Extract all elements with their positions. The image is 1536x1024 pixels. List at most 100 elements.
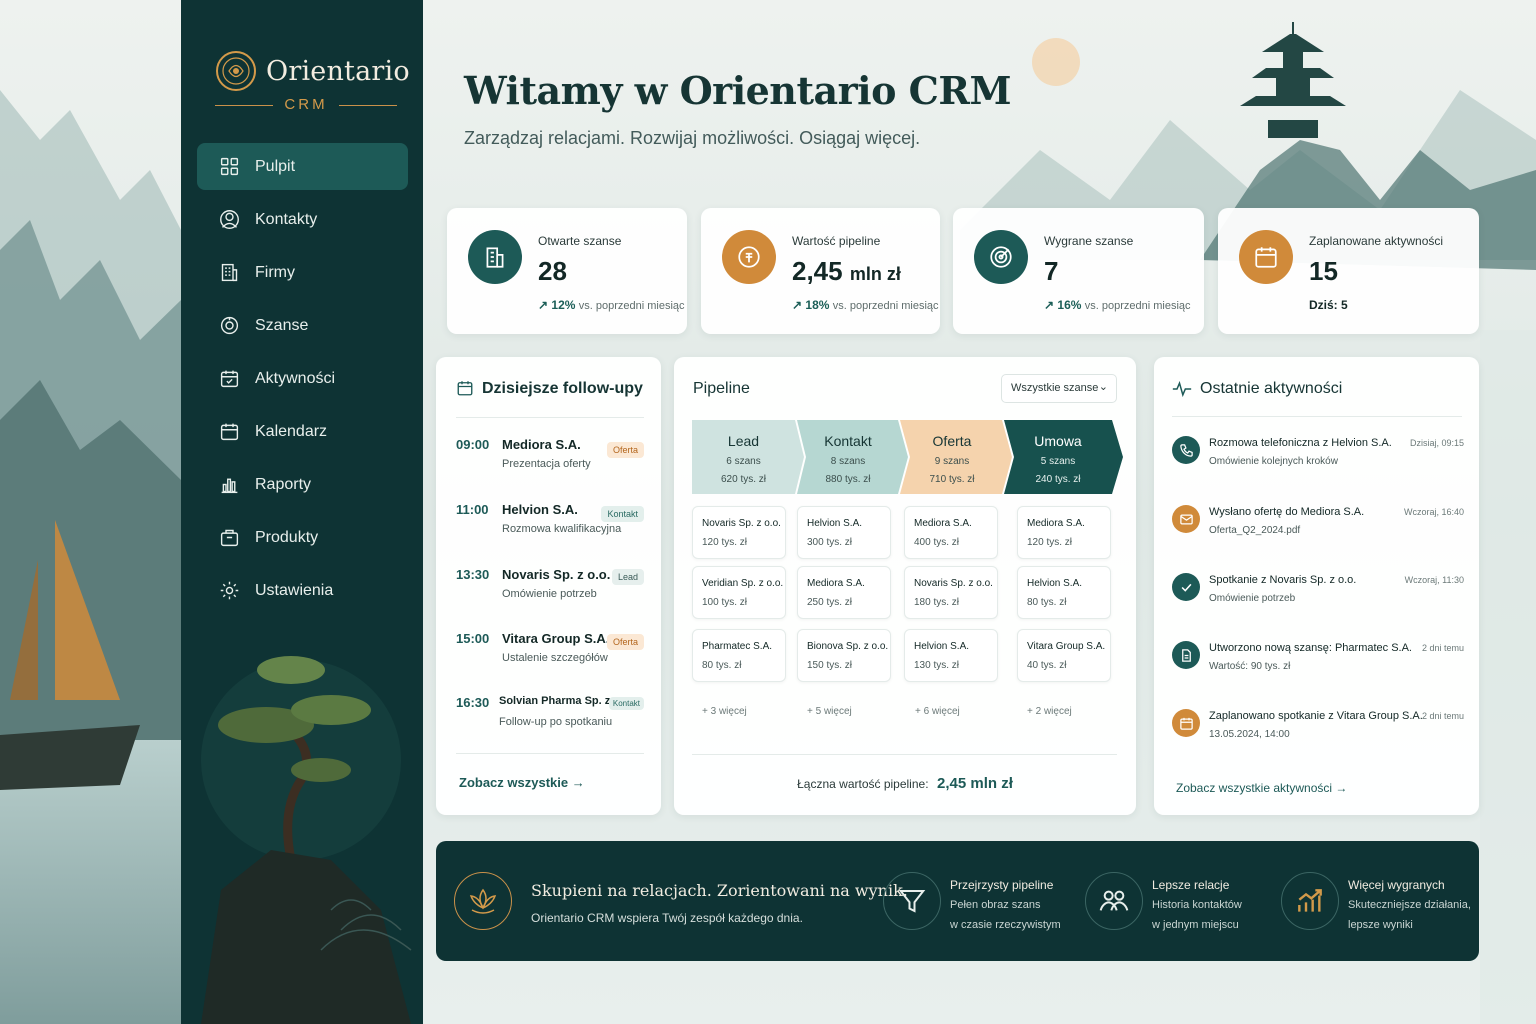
pipeline-stage-lead[interactable]: Lead 6 szans 620 tys. zł <box>692 420 795 494</box>
pipeline-stage-umowa[interactable]: Umowa 5 szans 240 tys. zł <box>1008 420 1108 494</box>
deal-value: 250 tys. zł <box>807 597 853 608</box>
activity-desc: Oferta_Q2_2024.pdf <box>1209 525 1301 536</box>
followup-item[interactable]: 11:00 Helvion S.A. Rozmowa kwalifikacyjn… <box>456 502 644 552</box>
followup-item[interactable]: 13:30 Novaris Sp. z o.o. Omówienie potrz… <box>456 567 644 617</box>
status-badge: Oferta <box>606 634 644 650</box>
activity-title: Utworzono nową szansę: Pharmatec S.A. <box>1209 642 1412 654</box>
followup-desc: Prezentacja oferty <box>502 458 591 470</box>
brand-name: Orientario <box>266 56 410 87</box>
sidebar-item-firmy[interactable]: Firmy <box>197 249 408 296</box>
sidebar-item-raporty[interactable]: Raporty <box>197 461 408 508</box>
deal-card[interactable]: Mediora S.A. 120 tys. zł <box>1017 506 1111 559</box>
more-deals-link[interactable]: + 6 więcej <box>915 706 960 717</box>
deal-value: 300 tys. zł <box>807 537 853 548</box>
stat-label: Wygrane szanse <box>1044 234 1134 248</box>
deal-card[interactable]: Helvion S.A. 130 tys. zł <box>904 629 998 682</box>
sidebar-item-label: Pulpit <box>255 157 296 175</box>
activity-time: Dzisiaj, 09:15 <box>1409 438 1464 448</box>
followup-item[interactable]: 16:30 Solvian Pharma Sp. z o.o. Follow-u… <box>456 695 644 745</box>
sidebar-item-aktywnosci[interactable]: Aktywności <box>197 355 408 402</box>
calendar-icon <box>1239 230 1293 284</box>
more-deals-link[interactable]: + 5 więcej <box>807 706 852 717</box>
deal-card[interactable]: Mediora S.A. 250 tys. zł <box>797 566 891 619</box>
more-deals-link[interactable]: + 3 więcej <box>702 706 747 717</box>
deal-card[interactable]: Helvion S.A. 80 tys. zł <box>1017 566 1111 619</box>
deal-name: Helvion S.A. <box>807 518 863 529</box>
stat-card-scheduled-activities[interactable]: Zaplanowane aktywności 15 Dziś: 5 <box>1218 208 1479 334</box>
brand-logo[interactable]: Orientario CRM <box>215 48 410 118</box>
deal-card[interactable]: Pharmatec S.A. 80 tys. zł <box>692 629 786 682</box>
brand-subtitle: CRM <box>215 96 397 113</box>
stat-today: Dziś: 5 <box>1309 298 1348 312</box>
dropdown-value: Wszystkie szanse <box>1011 382 1099 394</box>
pipeline-filter-dropdown[interactable]: Wszystkie szanse ⌄ <box>1001 374 1117 403</box>
bonsai-illustration <box>201 656 412 1024</box>
arrow-right-icon: → <box>1335 781 1348 795</box>
sidebar-item-label: Kontakty <box>255 210 318 228</box>
sidebar-item-kontakty[interactable]: Kontakty <box>197 196 408 243</box>
sidebar-item-pulpit[interactable]: Pulpit <box>197 143 408 190</box>
more-deals-link[interactable]: + 2 więcej <box>1027 706 1072 717</box>
deal-value: 100 tys. zł <box>702 597 748 608</box>
deal-name: Novaris Sp. z o.o. <box>914 578 993 589</box>
opportunity-icon <box>220 316 239 335</box>
activity-desc: 13.05.2024, 14:00 <box>1209 729 1290 740</box>
sidebar-item-label: Kalendarz <box>255 422 328 440</box>
deal-card[interactable]: Veridian Sp. z o.o. 100 tys. zł <box>692 566 786 619</box>
deal-card[interactable]: Bionova Sp. z o.o. 150 tys. zł <box>797 629 891 682</box>
deal-card[interactable]: Helvion S.A. 300 tys. zł <box>797 506 891 559</box>
stage-count: 5 szans <box>1040 456 1076 467</box>
pipeline-total-value: 2,45 mln zł <box>937 775 1013 792</box>
see-all-activities-link[interactable]: Zobacz wszystkie aktywności → <box>1176 781 1347 795</box>
sidebar-item-ustawienia[interactable]: Ustawienia <box>197 567 408 614</box>
deal-card[interactable]: Mediora S.A. 400 tys. zł <box>904 506 998 559</box>
sidebar-item-szanse[interactable]: Szanse <box>197 302 408 349</box>
pipeline-stage-kontakt[interactable]: Kontakt 8 szans 880 tys. zł <box>800 420 896 494</box>
check-icon <box>1172 573 1200 601</box>
activity-time: Wczoraj, 16:40 <box>1403 507 1464 517</box>
activity-item[interactable]: Utworzono nową szansę: Pharmatec S.A. Wa… <box>1172 641 1464 691</box>
deal-value: 120 tys. zł <box>702 537 748 548</box>
stat-card-open-opportunities[interactable]: Otwarte szanse 28 ↗ 12% vs. poprzedni mi… <box>447 208 687 334</box>
stat-card-won-opportunities[interactable]: Wygrane szanse 7 ↗ 16% vs. poprzedni mie… <box>953 208 1204 334</box>
deal-card[interactable]: Vitara Group S.A. 40 tys. zł <box>1017 629 1111 682</box>
see-all-followups-link[interactable]: Zobacz wszystkie → <box>459 775 585 790</box>
deal-card[interactable]: Novaris Sp. z o.o. 120 tys. zł <box>692 506 786 559</box>
sidebar-item-kalendarz[interactable]: Kalendarz <box>197 408 408 455</box>
deal-name: Mediora S.A. <box>1027 518 1085 529</box>
followup-time: 11:00 <box>456 502 489 517</box>
activity-time: 2 dni temu <box>1421 711 1464 721</box>
sidebar-item-label: Firmy <box>255 263 295 281</box>
divider <box>456 753 644 754</box>
feature-title: Lepsze relacje <box>1152 878 1230 892</box>
stat-value: 28 <box>538 256 567 286</box>
followup-item[interactable]: 15:00 Vitara Group S.A. Ustalenie szczeg… <box>456 631 644 681</box>
stat-card-pipeline-value[interactable]: Wartość pipeline 2,45 mln zł ↗ 18% vs. p… <box>701 208 940 334</box>
activity-title: Rozmowa telefoniczna z Helvion S.A. <box>1209 437 1392 449</box>
activity-item[interactable]: Spotkanie z Novaris Sp. z o.o. Omówienie… <box>1172 573 1464 623</box>
followup-time: 13:30 <box>456 567 490 582</box>
activity-item[interactable]: Rozmowa telefoniczna z Helvion S.A. Omów… <box>1172 436 1464 486</box>
pipeline-stage-oferta[interactable]: Oferta 9 szans 710 tys. zł <box>904 420 1000 494</box>
target-icon <box>974 230 1028 284</box>
sidebar-item-label: Raporty <box>255 475 312 493</box>
panel-title: Pipeline <box>693 380 750 397</box>
gear-icon <box>220 581 239 600</box>
followup-item[interactable]: 09:00 Mediora S.A. Prezentacja oferty Of… <box>456 437 644 487</box>
stat-trend: ↗ 18% vs. poprzedni miesiąc <box>792 298 939 312</box>
page-title: Witamy w Orientario CRM <box>464 68 1012 113</box>
divider <box>1172 416 1462 417</box>
deal-value: 130 tys. zł <box>914 660 960 671</box>
feature-desc: Historia kontaktów w jednym miejscu <box>1152 899 1242 931</box>
deal-card[interactable]: Novaris Sp. z o.o. 180 tys. zł <box>904 566 998 619</box>
activity-item[interactable]: Wysłano ofertę do Mediora S.A. Oferta_Q2… <box>1172 505 1464 555</box>
sidebar-item-produkty[interactable]: Produkty <box>197 514 408 561</box>
followup-desc: Omówienie potrzeb <box>502 588 597 600</box>
feature-title: Przejrzysty pipeline <box>950 878 1054 892</box>
pipeline-panel: Pipeline Wszystkie szanse ⌄ Lead 6 szans… <box>674 357 1136 815</box>
activity-item[interactable]: Zaplanowano spotkanie z Vitara Group S.A… <box>1172 709 1464 759</box>
status-badge: Kontakt <box>601 506 644 522</box>
feature-desc: Skuteczniejsze działania, lepsze wyniki <box>1348 899 1471 931</box>
stat-trend: ↗ 16% vs. poprzedni miesiąc <box>1044 298 1191 312</box>
stage-name: Lead <box>727 433 760 449</box>
